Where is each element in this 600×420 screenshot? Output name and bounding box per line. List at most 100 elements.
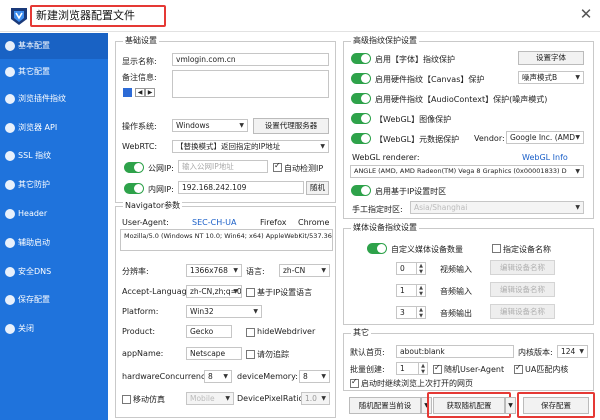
edit-audio-output-button[interactable]: 编辑设备名称 xyxy=(490,304,555,319)
set-font-button[interactable]: 设置字体 xyxy=(518,51,584,65)
stepper-icon[interactable]: ▲ ▼ xyxy=(416,263,425,274)
sidebar-item-other-config[interactable]: 其它配置 xyxy=(0,59,108,85)
webgl-renderer-select[interactable]: ANGLE (AMD, AMD Radeon(TM) Vega 8 Graphi… xyxy=(350,165,584,178)
chrome-link[interactable]: Chrome xyxy=(298,218,329,227)
os-select[interactable]: Windows ▼ xyxy=(172,119,248,132)
arrow-right-icon[interactable]: ▶ xyxy=(145,88,155,97)
kernel-version-label: 内核版本: xyxy=(518,348,553,357)
font-protection-toggle[interactable] xyxy=(351,53,371,64)
manual-timezone-value: Asia/Shanghai xyxy=(414,203,468,212)
basic-settings-group: 基础设置 显示名称: vmlogin.com.cn 备注信息: ◀ ▶ 操作系统… xyxy=(115,36,336,203)
sidebar-item-protection[interactable]: 其它防护 xyxy=(0,172,108,198)
save-icon xyxy=(5,295,15,305)
lan-ip-label: 内网IP: xyxy=(148,185,174,194)
group-title: Navigator参数 xyxy=(123,201,183,211)
chevron-down-icon: ▼ xyxy=(239,122,244,129)
display-name-input[interactable]: vmlogin.com.cn xyxy=(172,53,329,66)
do-not-track-checkbox[interactable] xyxy=(246,350,255,359)
chevron-down-icon: ▼ xyxy=(575,204,580,211)
lan-ip-toggle[interactable] xyxy=(124,183,144,194)
ua-match-kernel-checkbox[interactable] xyxy=(514,363,523,374)
random-ip-button[interactable]: 随机 xyxy=(306,181,329,195)
user-agent-input[interactable]: Mozilla/5.0 (Windows NT 10.0; Win64; x64… xyxy=(120,229,333,251)
chevron-down-icon: ▼ xyxy=(233,288,238,295)
product-input[interactable]: Gecko xyxy=(186,325,232,338)
sec-ch-ua-link[interactable]: SEC-CH-UA xyxy=(192,218,236,227)
home-icon[interactable] xyxy=(123,88,132,97)
arrow-left-icon[interactable]: ◀ xyxy=(135,88,145,97)
lan-ip-input[interactable]: 192.168.242.109 xyxy=(178,181,304,194)
header-icon xyxy=(5,209,15,219)
audio-input-count[interactable]: 1 ▲ ▼ xyxy=(396,284,426,297)
hardware-concurrency-label: hardwareConcurrency: xyxy=(122,372,213,381)
ip-timezone-toggle[interactable] xyxy=(351,185,371,196)
sidebar-item-header[interactable]: Header xyxy=(0,201,108,227)
audio-protection-toggle[interactable] xyxy=(351,93,371,104)
chevron-down-icon: ▼ xyxy=(321,373,326,380)
get-random-config-button[interactable]: 获取随机配置 xyxy=(433,397,505,414)
navigator-group: Navigator参数 User-Agent: SEC-CH-UA Firefo… xyxy=(115,201,336,418)
custom-media-toggle[interactable] xyxy=(367,243,387,254)
chevron-down-icon[interactable]: ▼ xyxy=(505,397,516,414)
webrtc-select[interactable]: 【替换模式】返回指定的IP地址 ▼ xyxy=(172,140,329,153)
appname-input[interactable]: Netscape xyxy=(186,347,242,360)
close-icon[interactable]: ✕ xyxy=(578,6,594,22)
mobile-select[interactable]: Mobile ▼ xyxy=(186,392,234,405)
manual-timezone-select[interactable]: Asia/Shanghai ▼ xyxy=(410,201,584,214)
webgl-info-link[interactable]: WebGL Info xyxy=(522,153,568,162)
proxy-settings-button[interactable]: 设置代理服务器 xyxy=(253,118,329,134)
kernel-version-select[interactable]: 124 ▼ xyxy=(557,345,588,358)
sidebar-item-plugin[interactable]: 浏览插件指纹 xyxy=(0,86,108,112)
webgl-image-toggle[interactable] xyxy=(351,113,371,124)
ua-match-kernel-label: UA匹配内核 xyxy=(525,365,569,374)
stepper-icon[interactable]: ▲ ▼ xyxy=(418,363,427,374)
firefox-link[interactable]: Firefox xyxy=(260,218,286,227)
random-config-current-button[interactable]: 随机配置当前设 xyxy=(349,397,421,414)
batch-create-input[interactable]: 1 ▲ ▼ xyxy=(396,362,428,375)
save-config-button[interactable]: 保存配置 xyxy=(523,397,589,414)
sidebar-item-ssl[interactable]: SSL 指纹 xyxy=(0,143,108,169)
public-ip-input[interactable]: 输入公网IP地址 xyxy=(178,160,268,173)
custom-media-label: 自定义媒体设备数量 xyxy=(391,245,463,254)
video-input-count[interactable]: 0 ▲ ▼ xyxy=(396,262,426,275)
homepage-label: 默认首页: xyxy=(350,348,385,357)
canvas-protection-toggle[interactable] xyxy=(351,73,371,84)
resolution-select[interactable]: 1366x768 ▼ xyxy=(186,264,242,277)
restore-session-checkbox[interactable] xyxy=(350,377,359,388)
audio-output-count[interactable]: 3 ▲ ▼ xyxy=(396,306,426,319)
stepper-icon[interactable]: ▲ ▼ xyxy=(416,285,425,296)
device-names-checkbox[interactable] xyxy=(492,244,501,253)
edit-video-input-button[interactable]: 编辑设备名称 xyxy=(490,260,555,275)
webgl-metadata-toggle[interactable] xyxy=(351,133,371,144)
sidebar-item-browser-api[interactable]: 浏览器 API xyxy=(0,115,108,141)
ip-language-checkbox[interactable] xyxy=(246,288,255,297)
vendor-select[interactable]: Google Inc. (AMD ▼ xyxy=(506,131,584,144)
sidebar-item-label: 浏览插件指纹 xyxy=(18,94,66,103)
mobile-emulation-checkbox[interactable] xyxy=(122,395,131,404)
accept-language-select[interactable]: zh-CN,zh;q=0.9▼ xyxy=(186,285,242,298)
homepage-input[interactable]: about:blank xyxy=(396,345,514,358)
public-ip-toggle[interactable] xyxy=(124,162,144,173)
remark-textarea[interactable] xyxy=(172,70,329,98)
sidebar-item-dns[interactable]: 安全DNS xyxy=(0,259,108,285)
sidebar-item-launch[interactable]: 辅助启动 xyxy=(0,230,108,256)
canvas-mode-select[interactable]: 噪声模式B ▼ xyxy=(518,71,584,84)
sidebar-item-close[interactable]: 关闭 xyxy=(0,316,108,342)
hide-webdriver-checkbox[interactable] xyxy=(246,328,255,337)
sidebar-item-save[interactable]: 保存配置 xyxy=(0,287,108,313)
webgl-metadata-label: 【WebGL】元数据保护 xyxy=(375,135,460,144)
hardware-concurrency-select[interactable]: 8 ▼ xyxy=(204,370,232,383)
edit-audio-input-button[interactable]: 编辑设备名称 xyxy=(490,282,555,297)
auto-detect-ip-checkbox[interactable] xyxy=(273,161,282,172)
random-ua-checkbox[interactable] xyxy=(433,363,442,374)
video-input-label: 视频输入 xyxy=(440,265,472,274)
stepper-icon[interactable]: ▲ ▼ xyxy=(416,307,425,318)
os-value: Windows xyxy=(176,121,210,130)
language-label: 语言: xyxy=(246,267,265,276)
device-memory-select[interactable]: 8 ▼ xyxy=(299,370,330,383)
sidebar-item-basic[interactable]: 基本配置 xyxy=(0,33,108,59)
device-pixel-ratio-select[interactable]: 1.0 ▼ xyxy=(301,392,330,405)
language-select[interactable]: zh-CN ▼ xyxy=(279,264,330,277)
webgl-renderer-value: ANGLE (AMD, AMD Radeon(TM) Vega 8 Graphi… xyxy=(354,167,567,175)
platform-select[interactable]: Win32 ▼ xyxy=(186,305,262,318)
